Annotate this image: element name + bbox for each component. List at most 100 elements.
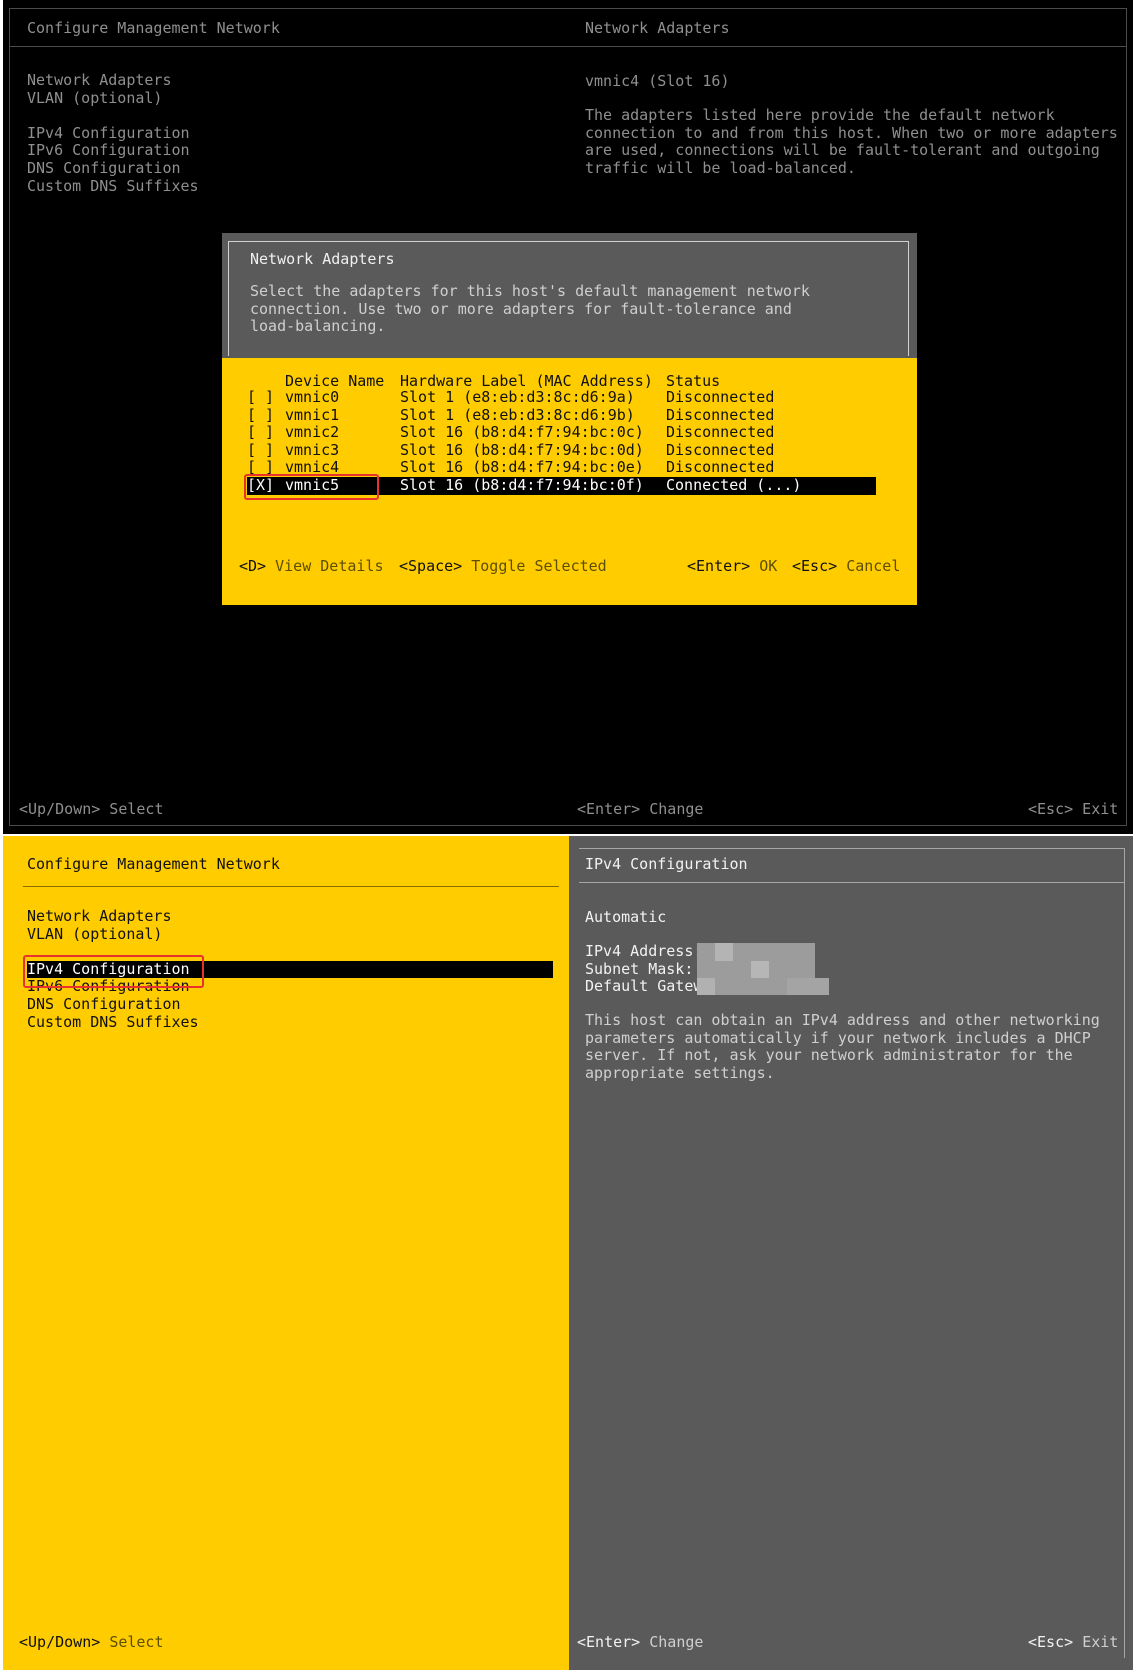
right-header-divider bbox=[579, 882, 1125, 883]
menu-item-dns-suffixes[interactable]: Custom DNS Suffixes bbox=[27, 1013, 553, 1032]
menu-item-dns[interactable]: DNS Configuration bbox=[27, 159, 199, 178]
info-line: traffic will be load-balanced. bbox=[585, 158, 856, 177]
info-line: The adapters listed here provide the def… bbox=[585, 106, 1055, 124]
adapter-row[interactable]: [ ] vmnic3 Slot 16 (b8:d4:f7:94:bc:0d) D… bbox=[247, 440, 876, 460]
dialog-header: Network Adapters Select the adapters for… bbox=[222, 233, 917, 358]
desc-line: appropriate settings. bbox=[585, 1063, 775, 1082]
field-label: Default Gatew bbox=[585, 977, 703, 996]
adapter-hardware-label: Slot 1 (e8:eb:d3:8c:d6:9a) bbox=[400, 388, 635, 406]
dialog-desc-line: Select the adapters for this host's defa… bbox=[250, 282, 810, 300]
menu-item-dns[interactable]: DNS Configuration bbox=[27, 995, 553, 1014]
footer-change-hint: <Enter> Change bbox=[577, 800, 704, 818]
adapter-checkbox[interactable]: [ ] bbox=[247, 388, 274, 407]
footer-exit-hint: <Esc> Exit bbox=[1028, 1633, 1118, 1651]
footer-exit-hint: <Esc> Exit bbox=[1028, 800, 1119, 818]
dialog-title: Network Adapters bbox=[250, 250, 395, 268]
right-panel-title: Network Adapters bbox=[585, 19, 730, 37]
redaction-pixel bbox=[697, 978, 715, 995]
footer-key: <Up/Down> bbox=[19, 1633, 101, 1651]
adapter-hardware-label: Slot 1 (e8:eb:d3:8c:d6:9b) bbox=[400, 405, 635, 424]
subnet-mask-field: Subnet Mask: bbox=[585, 959, 702, 979]
desc-line: server. If not, ask your network adminis… bbox=[585, 1046, 1073, 1065]
header-divider bbox=[9, 46, 1127, 47]
dialog-body: Device Name Hardware Label (MAC Address)… bbox=[222, 358, 917, 605]
adapter-status: Disconnected bbox=[666, 440, 775, 459]
footer-action: Exit bbox=[1082, 1633, 1119, 1651]
desc-line: This host can obtain an IPv4 address and… bbox=[585, 1011, 1100, 1029]
key-label: <D> bbox=[239, 557, 267, 575]
adapter-status: Disconnected bbox=[666, 405, 775, 424]
ipv4-description: This host can obtain an IPv4 address and… bbox=[585, 1011, 1100, 1082]
bottom-screen: Configure Management Network IPv4 Config… bbox=[3, 836, 1133, 1670]
key-action: Cancel bbox=[846, 557, 901, 575]
key-ok[interactable]: <Enter> OK bbox=[687, 557, 777, 575]
desc-line: parameters automatically if your network… bbox=[585, 1028, 1091, 1047]
menu-item-vlan[interactable]: VLAN (optional) bbox=[27, 89, 199, 108]
menu-item-vlan[interactable]: VLAN (optional) bbox=[27, 925, 553, 944]
footer-change-hint: <Enter> Change bbox=[577, 1633, 703, 1651]
ipv4-address-field: IPv4 Address: bbox=[585, 942, 703, 961]
dialog-desc-line: load-balancing. bbox=[250, 317, 386, 336]
key-label: <Esc> bbox=[792, 557, 838, 575]
adapter-info-heading: vmnic4 (Slot 16) bbox=[585, 72, 730, 90]
adapter-name: vmnic1 bbox=[285, 405, 340, 424]
menu-item-dns-suffixes[interactable]: Custom DNS Suffixes bbox=[27, 177, 199, 196]
adapter-info-text: The adapters listed here provide the def… bbox=[585, 106, 1118, 177]
key-view-details[interactable]: <D> View Details bbox=[239, 557, 384, 575]
field-label: Subnet Mask: bbox=[585, 959, 694, 978]
footer-key: <Enter> bbox=[577, 1633, 641, 1651]
adapter-checkbox[interactable]: [ ] bbox=[247, 406, 274, 425]
adapter-name: vmnic0 bbox=[285, 388, 340, 406]
adapter-hardware-label: Slot 16 (b8:d4:f7:94:bc:0e) bbox=[400, 458, 644, 477]
top-screen: Configure Management Network Network Ada… bbox=[3, 0, 1133, 834]
key-action: Toggle Selected bbox=[471, 557, 607, 575]
footer-key: <Esc> bbox=[1028, 1633, 1074, 1651]
adapter-hardware-label: Slot 16 (b8:d4:f7:94:bc:0f) bbox=[400, 476, 644, 494]
left-header-divider bbox=[23, 886, 559, 887]
adapter-row[interactable]: [ ] vmnic2 Slot 16 (b8:d4:f7:94:bc:0c) D… bbox=[247, 424, 876, 442]
footer-action: Change bbox=[649, 1633, 704, 1651]
dialog-description: Select the adapters for this host's defa… bbox=[250, 282, 810, 336]
adapter-checkbox[interactable]: [ ] bbox=[247, 441, 274, 460]
adapter-row[interactable]: [ ] vmnic0 Slot 1 (e8:eb:d3:8c:d6:9a) Di… bbox=[247, 388, 876, 407]
adapter-status: Connected (...) bbox=[666, 476, 802, 494]
menu-item-network-adapters[interactable]: Network Adapters bbox=[27, 71, 199, 90]
adapter-status: Disconnected bbox=[666, 388, 775, 406]
footer-select-hint: <Up/Down> Select bbox=[19, 800, 164, 818]
adapter-name: vmnic2 bbox=[285, 423, 340, 442]
key-cancel[interactable]: <Esc> Cancel bbox=[792, 557, 900, 575]
info-line: connection to and from this host. When t… bbox=[585, 123, 1118, 142]
network-adapters-dialog: Network Adapters Select the adapters for… bbox=[222, 233, 917, 605]
adapter-status: Disconnected bbox=[666, 458, 775, 477]
adapter-hardware-label: Slot 16 (b8:d4:f7:94:bc:0c) bbox=[400, 423, 644, 442]
key-label: <Space> bbox=[399, 557, 463, 575]
left-panel-title: Configure Management Network bbox=[27, 855, 280, 873]
key-toggle-selected[interactable]: <Space> Toggle Selected bbox=[399, 557, 607, 575]
adapter-hardware-label: Slot 16 (b8:d4:f7:94:bc:0d) bbox=[400, 440, 644, 459]
info-line: are used, connections will be fault-tole… bbox=[585, 141, 1100, 160]
menu-list: Network Adapters VLAN (optional) IPv4 Co… bbox=[27, 71, 199, 196]
field-label: IPv4 Address: bbox=[585, 942, 703, 960]
menu-item-ipv6[interactable]: IPv6 Configuration bbox=[27, 142, 199, 160]
adapter-name: vmnic3 bbox=[285, 440, 340, 459]
footer-select-hint: <Up/Down> Select bbox=[19, 1633, 164, 1651]
key-label: <Enter> bbox=[687, 557, 751, 575]
ipv4-fields: IPv4 Address: Subnet Mask: Default Gatew bbox=[585, 942, 703, 996]
selection-highlight-box bbox=[244, 474, 379, 500]
adapter-row[interactable]: [ ] vmnic1 Slot 1 (e8:eb:d3:8c:d6:9b) Di… bbox=[247, 405, 876, 425]
redaction-pixel bbox=[715, 943, 733, 961]
key-action: View Details bbox=[275, 557, 384, 575]
adapter-checkbox[interactable]: [ ] bbox=[247, 424, 274, 442]
redaction-pixel bbox=[751, 961, 769, 978]
dialog-desc-line: connection. Use two or more adapters for… bbox=[250, 299, 792, 318]
adapter-status: Disconnected bbox=[666, 423, 775, 442]
default-gateway-field: Default Gatew bbox=[585, 977, 703, 996]
footer-action: Select bbox=[109, 1633, 164, 1651]
redaction-pixel bbox=[787, 978, 829, 995]
menu-item-network-adapters[interactable]: Network Adapters bbox=[27, 907, 553, 926]
menu-item-ipv4[interactable]: IPv4 Configuration bbox=[27, 124, 199, 143]
left-panel-title: Configure Management Network bbox=[27, 19, 280, 37]
selection-highlight-box bbox=[23, 955, 204, 988]
ipv4-mode: Automatic bbox=[585, 908, 667, 926]
menu-spacer bbox=[27, 107, 199, 125]
